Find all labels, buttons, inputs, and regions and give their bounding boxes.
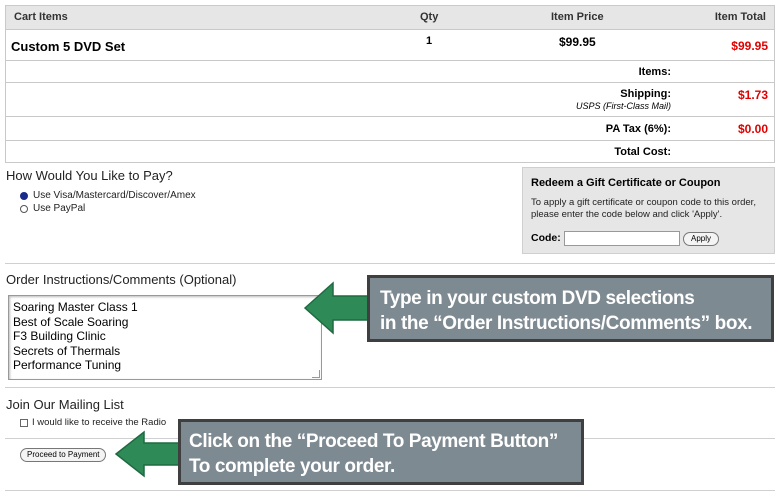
shipping-value: $1.73 [737,88,768,102]
section-divider [5,263,775,264]
comment-line: Soaring Master Class 1 [13,300,138,314]
comments-tip-line-1: Type in your custom DVD selections [380,288,695,309]
header-item-price: Item Price [551,11,604,23]
radio-unselected[interactable] [20,204,28,213]
cart-line-item: Custom 5 DVD Set 1 $99.95 $99.95 [6,29,774,60]
radio-selected[interactable] [20,191,28,200]
summary-total-row: Total Cost: [6,140,774,162]
proceed-to-payment-button[interactable]: Proceed to Payment [20,448,107,462]
payment-title: How Would You Like to Pay? [6,168,173,183]
arrow-left-icon [114,430,181,478]
comments-tip-line-2: in the “Order Instructions/Comments” box… [380,313,753,334]
mailing-checkbox-label: I would like to receive the Radio [32,417,167,428]
comment-line: Best of Scale Soaring [13,314,129,329]
section-divider [5,490,775,491]
comment-line: Performance Tuning [13,358,122,372]
header-qty: Qty [420,11,439,23]
item-qty: 1 [426,35,433,47]
summary-tax-row: PA Tax (6%): $0.00 [6,116,774,140]
cart-header-row: Cart Items Qty Item Price Item Total [6,6,774,29]
resize-handle-icon[interactable] [312,370,320,378]
header-cart-items: Cart Items [14,11,68,23]
proceed-tip-line-1: Click on the “Proceed To Payment Button” [189,431,558,452]
coupon-code-input[interactable] [564,231,680,246]
tax-label: PA Tax (6%): [605,123,671,135]
coupon-title: Redeem a Gift Certificate or Coupon [531,177,721,189]
coupon-description: To apply a gift certificate or coupon co… [531,197,756,220]
header-item-total: Item Total [714,11,766,23]
shipping-method: USPS (First-Class Mail) [575,101,671,111]
item-total: $99.95 [731,39,768,53]
comments-title: Order Instructions/Comments (Optional) [6,272,237,287]
pay-option-paypal[interactable]: Use PayPal [20,203,85,214]
proceed-tip-callout: Click on the “Proceed To Payment Button”… [178,419,584,485]
mailing-checkbox[interactable] [20,418,28,427]
section-divider [5,387,775,388]
cart-table: Cart Items Qty Item Price Item Total Cus… [5,5,775,163]
coupon-code-label: Code: [531,232,561,244]
pay-option-card-label: Use Visa/Mastercard/Discover/Amex [33,190,196,201]
item-name: Custom 5 DVD Set [11,39,126,54]
apply-button[interactable]: Apply [683,232,720,246]
comment-line: Secrets of Thermals [13,343,121,358]
items-label: Items: [638,66,671,78]
pay-option-paypal-label: Use PayPal [33,203,86,214]
mailing-checkbox-row[interactable]: I would like to receive the Radio [20,417,166,428]
comment-line: F3 Building Clinic [13,329,106,343]
summary-shipping-row: Shipping: USPS (First-Class Mail) $1.73 [6,82,774,116]
proceed-tip-line-2: To complete your order. [189,456,395,477]
pay-option-card[interactable]: Use Visa/Mastercard/Discover/Amex [20,190,196,201]
shipping-label: Shipping: [620,88,671,100]
coupon-panel: Redeem a Gift Certificate or Coupon To a… [522,167,775,254]
mailing-title: Join Our Mailing List [6,397,124,412]
total-label: Total Cost: [614,146,671,158]
item-price: $99.95 [559,35,596,49]
tax-value: $0.00 [737,122,768,136]
comments-tip-callout: Type in your custom DVD selections in th… [367,275,774,342]
arrow-left-icon [303,281,370,335]
comments-textarea[interactable]: Soaring Master Class 1 Best of Scale Soa… [8,295,322,380]
summary-items-row: Items: [6,60,774,82]
